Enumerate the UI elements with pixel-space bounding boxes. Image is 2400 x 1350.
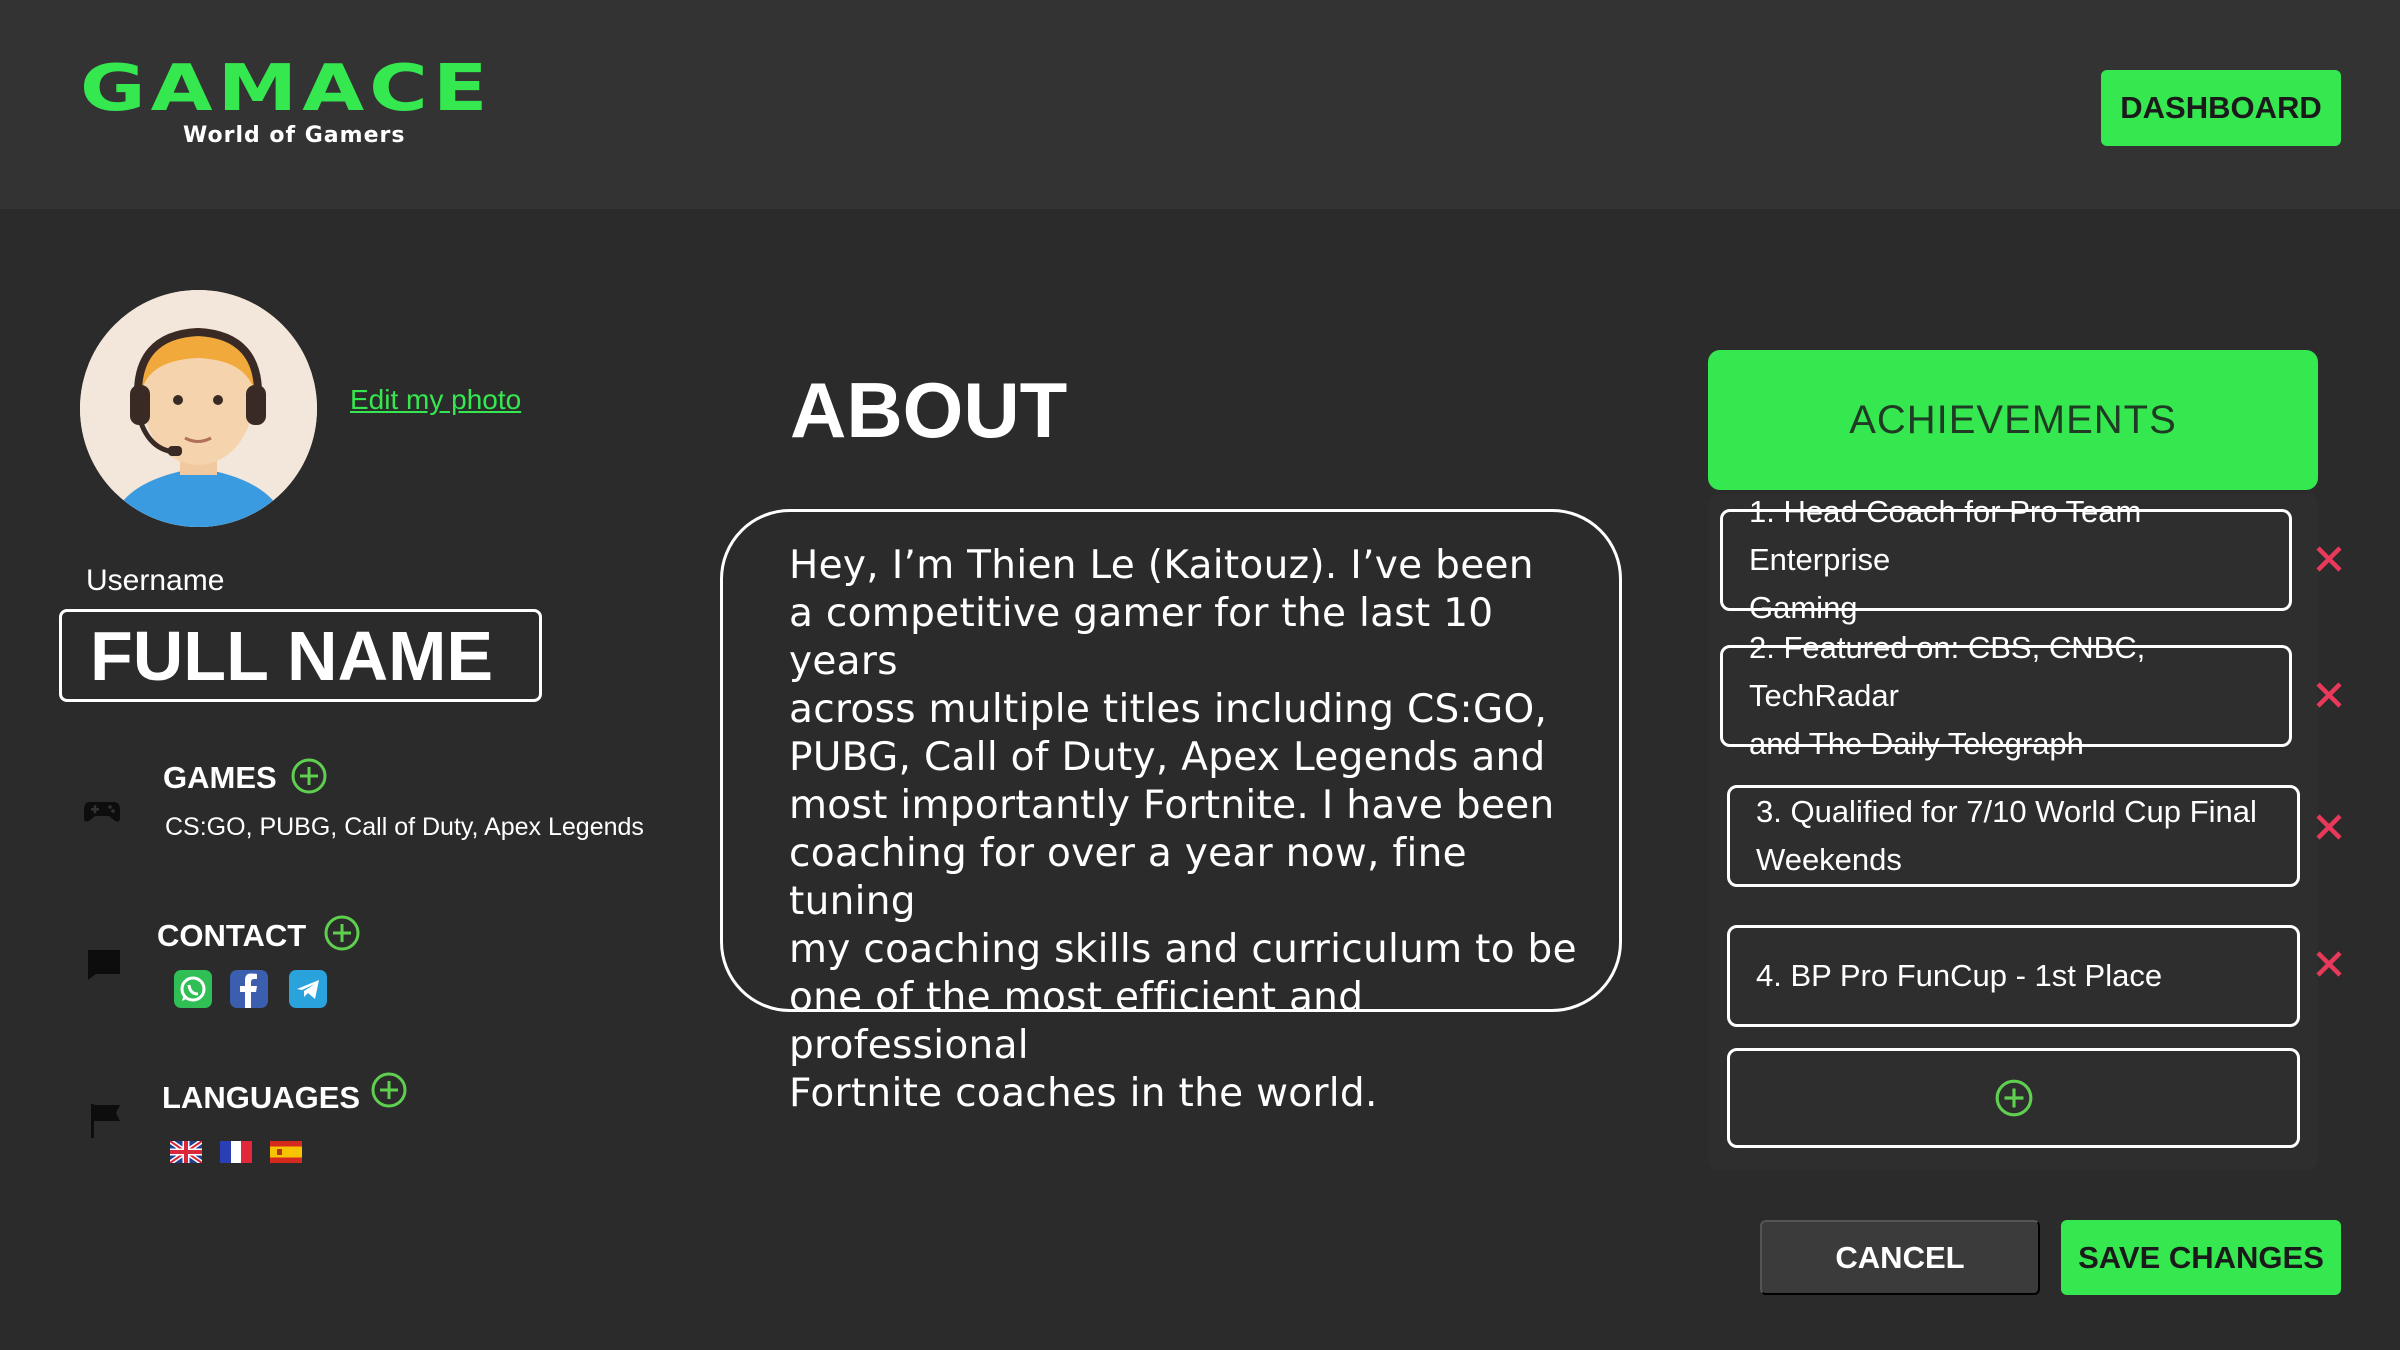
add-game-icon[interactable] xyxy=(290,757,328,795)
logo-subtitle: World of Gamers xyxy=(183,123,406,148)
about-line: most importantly Fortnite. I have been xyxy=(789,783,1555,828)
chat-icon xyxy=(88,950,120,980)
cancel-button[interactable]: CANCEL xyxy=(1760,1220,2040,1295)
achievements-header: ACHIEVEMENTS xyxy=(1708,350,2318,490)
about-line: coaching for over a year now, fine tunin… xyxy=(789,831,1467,924)
add-achievement-icon xyxy=(1995,1079,2032,1117)
achievement-text: Weekends xyxy=(1756,842,1902,877)
full-name-field[interactable]: FULL NAME xyxy=(59,609,542,702)
about-line: PUBG, Call of Duty, Apex Legends and xyxy=(789,735,1546,780)
top-header: GAMACE World of Gamers DASHBOARD xyxy=(0,0,2400,209)
achievement-item[interactable]: 1. Head Coach for Pro Team Enterprise Ga… xyxy=(1720,494,2292,625)
achievement-text: 4. BP Pro FunCup - 1st Place xyxy=(1756,958,2163,993)
username-label: Username xyxy=(86,564,225,597)
dashboard-button[interactable]: DASHBOARD xyxy=(2101,70,2341,146)
remove-achievement-icon[interactable] xyxy=(2313,948,2345,980)
facebook-icon[interactable] xyxy=(230,970,268,1008)
gamepad-icon xyxy=(84,802,120,822)
add-language-icon[interactable] xyxy=(370,1071,408,1109)
achievement-text: and The Daily Telegraph xyxy=(1749,726,2084,761)
achievement-text: 2. Featured on: CBS, CNBC, TechRadar xyxy=(1749,630,2146,713)
edit-photo-link[interactable]: Edit my photo xyxy=(350,384,521,416)
about-line: one of the most efficient and profession… xyxy=(789,975,1364,1068)
about-line: a competitive gamer for the last 10 year… xyxy=(789,591,1494,684)
save-changes-button[interactable]: SAVE CHANGES xyxy=(2061,1220,2341,1295)
achievement-text: 1. Head Coach for Pro Team Enterprise xyxy=(1749,494,2142,577)
achievement-item[interactable]: 2. Featured on: CBS, CNBC, TechRadar and… xyxy=(1720,630,2292,761)
languages-title: LANGUAGES xyxy=(162,1080,361,1115)
add-achievement-button[interactable] xyxy=(1727,1048,2300,1148)
remove-achievement-icon[interactable] xyxy=(2313,811,2345,843)
games-list: CS:GO, PUBG, Call of Duty, Apex Legends xyxy=(165,813,644,841)
add-contact-icon[interactable] xyxy=(323,914,361,952)
contact-title: CONTACT xyxy=(157,918,307,953)
about-textarea[interactable]: Hey, I’m Thien Le (Kaitouz). I’ve been a… xyxy=(720,509,1622,1116)
whatsapp-icon[interactable] xyxy=(174,970,212,1008)
avatar[interactable] xyxy=(80,290,317,527)
achievement-item[interactable]: 4. BP Pro FunCup - 1st Place xyxy=(1727,925,2300,1027)
remove-achievement-icon[interactable] xyxy=(2313,679,2345,711)
about-line: my coaching skills and curriculum to be xyxy=(789,927,1577,972)
achievement-item[interactable]: 3. Qualified for 7/10 World Cup Final We… xyxy=(1727,785,2300,887)
france-flag-icon[interactable] xyxy=(220,1141,252,1163)
achievement-text: 3. Qualified for 7/10 World Cup Final xyxy=(1756,794,2257,829)
about-text: Hey, I’m Thien Le (Kaitouz). I’ve been a… xyxy=(789,542,1589,1118)
about-title: ABOUT xyxy=(790,366,1068,454)
logo-title: GAMACE xyxy=(80,52,493,126)
spain-flag-icon[interactable] xyxy=(270,1141,302,1163)
about-line: Fortnite coaches in the world. xyxy=(789,1071,1378,1116)
flag-icon xyxy=(91,1104,120,1138)
gamer-avatar-icon xyxy=(80,290,317,527)
uk-flag-icon[interactable] xyxy=(170,1141,202,1163)
about-line: across multiple titles including CS:GO, xyxy=(789,687,1548,732)
remove-achievement-icon[interactable] xyxy=(2313,543,2345,575)
games-title: GAMES xyxy=(163,760,277,795)
telegram-icon[interactable] xyxy=(289,970,327,1008)
about-line: Hey, I’m Thien Le (Kaitouz). I’ve been xyxy=(789,543,1534,588)
